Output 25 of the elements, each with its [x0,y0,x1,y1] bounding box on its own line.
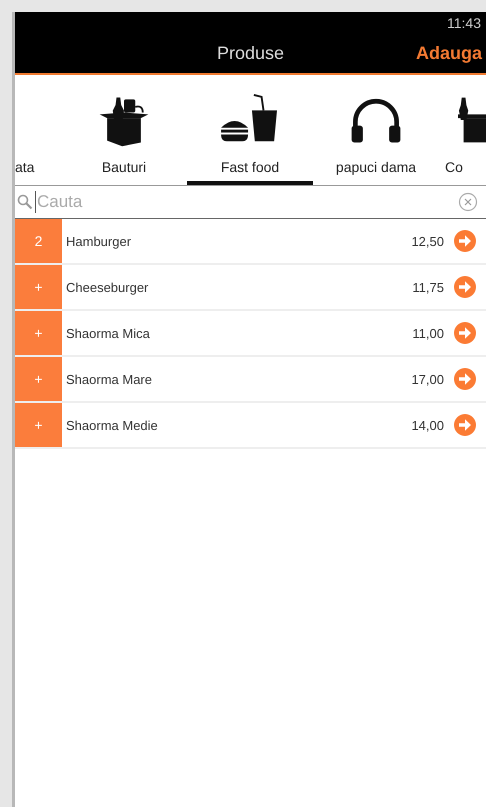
category-tab[interactable]: ata [15,75,61,185]
product-name: Cheeseburger [66,280,150,294]
category-tab[interactable]: papuci dama [313,75,439,185]
product-name: Shaorma Medie [66,418,159,432]
product-row[interactable]: Shaorma Mica 11,00 [62,311,486,355]
clear-icon[interactable] [458,192,478,212]
category-tab[interactable]: Bauturi [61,75,187,185]
product-price: 14,00 [411,418,444,432]
product-row[interactable]: Hamburger 12,50 [62,219,486,263]
product-price: 11,75 [412,280,444,294]
category-tab[interactable]: Fast food [187,75,313,185]
product-name: Shaorma Mica [66,326,151,340]
product-price: 12,50 [411,234,444,248]
product-name: Shaorma Mare [66,372,153,386]
search-icon [17,194,33,210]
add-button[interactable]: Adauga [416,42,486,64]
category-tab[interactable]: Co [439,75,486,185]
clock-time: 11:43 [447,14,481,30]
product-price: 11,00 [412,326,444,340]
product-name: Hamburger [66,234,132,248]
product-price: 17,00 [411,372,444,386]
screen-title: Produse [216,42,284,64]
product-row[interactable]: Shaorma Mare 17,00 [62,357,486,401]
product-row[interactable]: Shaorma Medie 14,00 [62,403,486,447]
product-row[interactable]: Cheeseburger 11,75 [62,265,486,309]
